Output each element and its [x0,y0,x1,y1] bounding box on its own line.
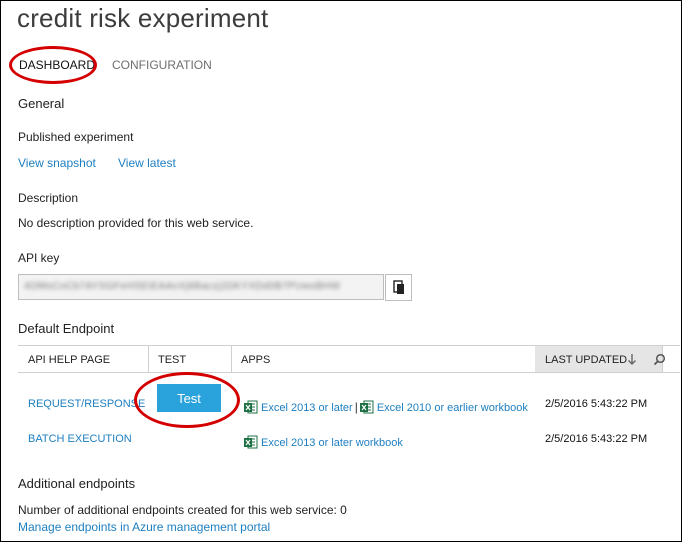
published-experiment-label: Published experiment [18,130,134,144]
col-test: TEST [158,354,187,366]
view-snapshot-link[interactable]: View snapshot [18,156,96,170]
copy-api-key-button[interactable] [385,274,412,301]
last-updated-value: 2/5/2016 5:43:22 PM [545,433,648,445]
description-label: Description [18,191,79,205]
apps-row-1: Excel 2013 or later | Excel 2010 or earli… [244,398,528,416]
endpoint-table-header: API HELP PAGE TEST APPS LAST UPDATED [18,345,680,373]
general-heading: General [18,96,65,111]
page: credit risk experiment DASHBOARD CONFIGU… [0,0,682,542]
request-response-link[interactable]: REQUEST/RESPONSE [28,398,145,410]
default-endpoint-heading: Default Endpoint [18,321,115,336]
sort-down-arrow-icon[interactable] [627,353,637,366]
search-icon[interactable] [653,353,666,366]
description-text: No description provided for this web ser… [18,216,254,230]
page-title: credit risk experiment [17,3,269,33]
excel-2013-workbook-link[interactable]: Excel 2013 or later workbook [261,437,403,449]
highlight-oval-dashboard [9,46,97,84]
col-apps: APPS [241,354,271,366]
apps-row-2: Excel 2013 or later workbook [244,433,403,451]
excel-icon [359,400,374,414]
column-divider [148,346,149,372]
batch-execution-link[interactable]: BATCH EXECUTION [28,433,132,445]
excel-icon [244,435,258,449]
excel-2010-link[interactable]: Excel 2010 or earlier workbook [377,402,528,414]
copy-icon [393,280,404,294]
api-key-label: API key [18,251,60,265]
excel-icon [244,400,258,414]
column-divider [231,346,232,372]
col-last-updated[interactable]: LAST UPDATED [545,354,627,366]
api-key-value: 4OMsCoCb7AYSGFeHSEIEAAnXj6Baczj2DKYXDd0B… [24,281,341,292]
apps-separator: | [354,400,358,414]
api-key-field[interactable]: 4OMsCoCb7AYSGFeHSEIEAAnXj6Baczj2DKYXDd0B… [18,274,384,300]
col-api-help: API HELP PAGE [28,354,111,366]
excel-2013-link[interactable]: Excel 2013 or later [261,402,353,414]
additional-endpoints-heading: Additional endpoints [18,476,136,491]
last-updated-value: 2/5/2016 5:43:22 PM [545,398,648,410]
highlight-oval-test [134,372,240,428]
view-latest-link[interactable]: View latest [118,156,176,170]
manage-endpoints-link[interactable]: Manage endpoints in Azure management por… [18,520,270,534]
tab-configuration[interactable]: CONFIGURATION [112,58,212,72]
additional-endpoints-count: Number of additional endpoints created f… [18,503,347,517]
